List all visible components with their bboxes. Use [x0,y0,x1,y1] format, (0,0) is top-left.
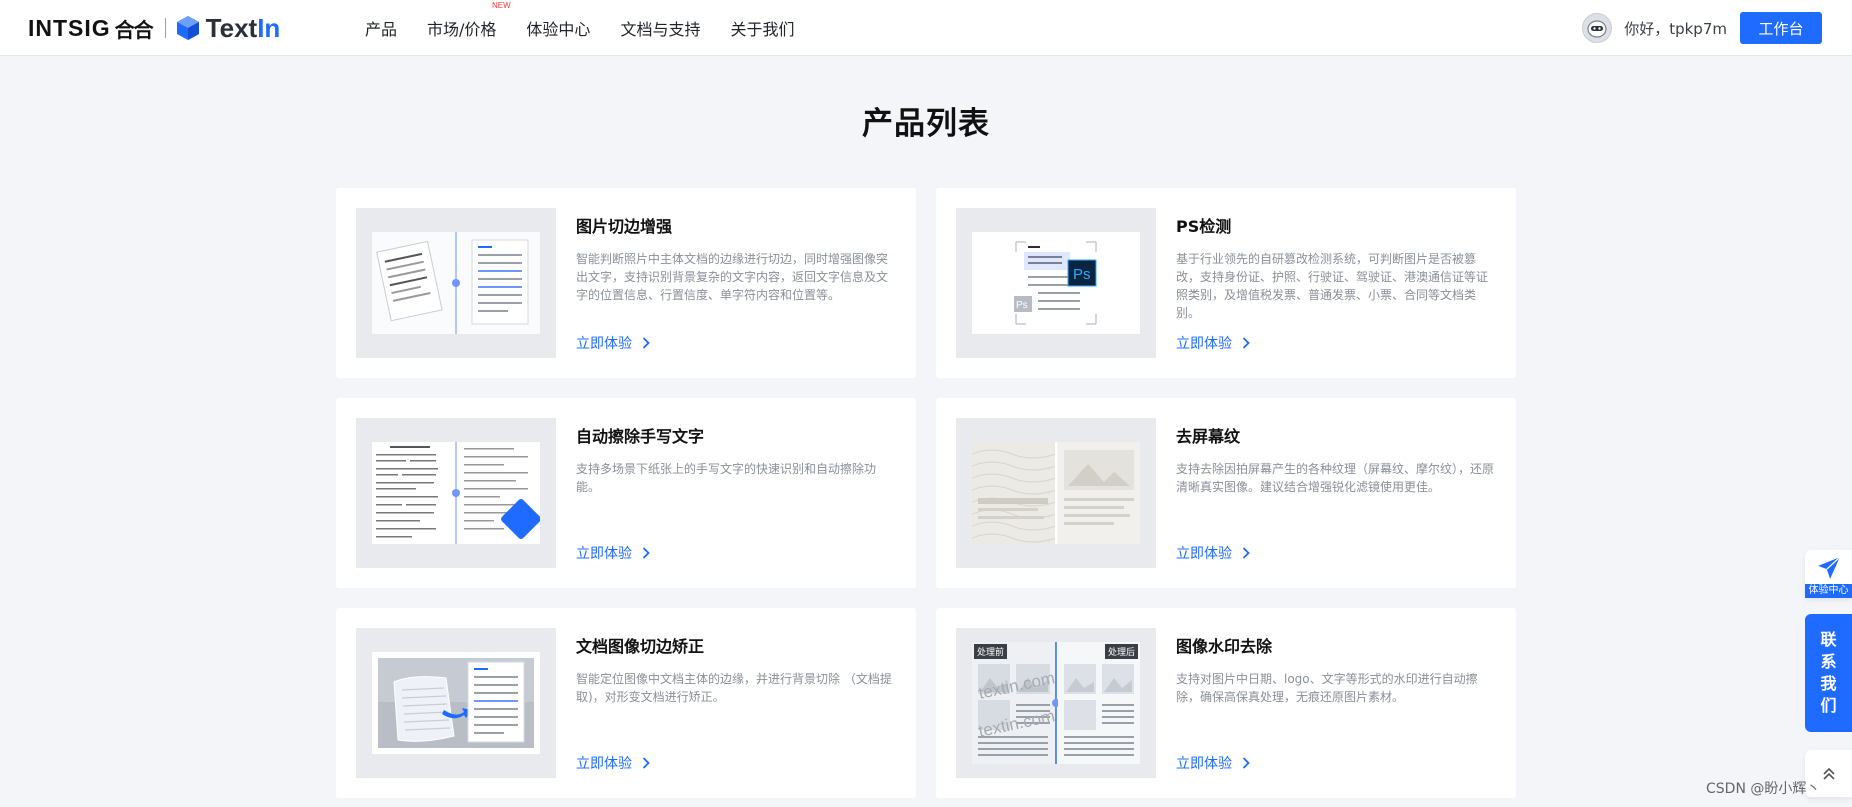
chevron-right-icon [642,337,650,349]
card-desc: 智能判断照片中主体文档的边缘进行切边，同时增强图像突出文字，支持识别背景复杂的文… [576,252,889,302]
user-area: 你好，tpkp7m 工作台 [1582,10,1822,46]
after-label: 处理后 [1104,644,1138,659]
card-title: PS检测 [1176,217,1232,236]
textin-wordmark: TextIn [206,13,281,44]
nav-label: 体验中心 [526,20,591,39]
nav-label: 产品 [365,20,398,39]
contact-char: 系 [1820,652,1837,671]
contact-us-button[interactable]: 联 系 我 们 [1805,614,1852,732]
nav-docs-support[interactable]: 文档与支持 [620,16,700,40]
try-now-link[interactable]: 立即体验 [576,333,650,353]
chevron-right-icon [1242,757,1250,769]
contact-char: 联 [1820,630,1837,649]
card-desc: 支持去除因拍屏幕产生的各种纹理（屏幕纹、摩尔纹），还原清晰真实图像。建议结合增强… [1176,462,1495,494]
handwriting-erase-illustration [356,418,556,568]
try-now-link[interactable]: 立即体验 [576,753,650,773]
hehe-wordmark: 合合 [114,17,154,42]
try-now-link[interactable]: 立即体验 [1176,543,1250,563]
card-title: 图片切边增强 [576,217,673,236]
user-greeting: 你好，tpkp7m [1624,19,1727,38]
csdn-watermark: CSDN @盼小辉丶 [1706,781,1821,797]
card-desc: 智能定位图像中文档主体的边缘，并进行背景切除 （文档提取)，对形变文档进行矫正。 [576,672,892,704]
brand-logo[interactable]: INTSIG 合合 TextIn [28,12,280,44]
chevron-right-icon [1242,547,1250,559]
try-now-link[interactable]: 立即体验 [576,543,650,563]
card-desc: 支持对图片中日期、logo、文字等形式的水印进行自动擦除，确保高保真处理，无痕还… [1176,672,1478,704]
chevron-right-icon [642,547,650,559]
try-now-link[interactable]: 立即体验 [1176,333,1250,353]
link-label: 立即体验 [1176,546,1232,562]
side-experience-center-button[interactable]: 体验中心 [1805,550,1852,598]
nav-label: 关于我们 [730,20,795,39]
link-label: 立即体验 [1176,336,1232,352]
before-label: 处理前 [974,644,1008,659]
double-chevron-up-icon [1822,767,1835,780]
product-card[interactable]: Ps Ps PS检测 基于行业领先的自研篡改检测系统，可判断图片是否被篡改，支持… [936,188,1516,378]
product-card[interactable]: 自动擦除手写文字 支持多场景下纸张上的手写文字的快速识别和自动擦除功能。 立即体… [336,398,916,588]
avatar[interactable] [1582,13,1613,43]
nav-label: 市场/价格 [427,20,497,39]
top-header: INTSIG 合合 TextIn 产品 市场/价格 NEW 体验中心 文档与支持 … [0,0,1852,56]
textin-cube-icon [176,16,199,40]
watermark-removal-illustration: 处理前 处理后 textin.com textin.com [956,628,1156,778]
card-title: 自动擦除手写文字 [576,427,705,446]
crop-enhance-illustration [356,208,556,358]
nav-products[interactable]: 产品 [365,16,397,40]
nav-about-us[interactable]: 关于我们 [730,16,794,40]
textin-in: In [257,12,281,43]
nav-experience-center[interactable]: 体验中心 [526,16,590,40]
product-card[interactable]: 去屏幕纹 支持去除因拍屏幕产生的各种纹理（屏幕纹、摩尔纹），还原清晰真实图像。建… [936,398,1516,588]
product-card[interactable]: 图片切边增强 智能判断照片中主体文档的边缘进行切边，同时增强图像突出文字，支持识… [336,188,916,378]
page-title: 产品列表 [862,106,990,142]
main-nav: 产品 市场/价格 NEW 体验中心 文档与支持 关于我们 [365,0,824,56]
card-title: 去屏幕纹 [1176,427,1241,446]
moire-removal-illustration [956,418,1156,568]
workspace-button[interactable]: 工作台 [1740,12,1822,44]
brand-divider [164,18,166,38]
nav-market-price[interactable]: 市场/价格 NEW [427,1,511,40]
link-label: 立即体验 [576,756,632,772]
card-title: 文档图像切边矫正 [576,637,705,656]
chevron-right-icon [642,757,650,769]
chevron-right-icon [1242,337,1250,349]
textin-text: Text [205,12,258,43]
product-card[interactable]: 文档图像切边矫正 智能定位图像中文档主体的边缘，并进行背景切除 （文档提取)，对… [336,608,916,798]
ps-detect-illustration: Ps Ps [956,208,1156,358]
svg-text:Ps: Ps [1016,300,1028,311]
nav-label: 文档与支持 [620,20,701,39]
contact-char: 们 [1820,696,1837,715]
card-desc: 基于行业领先的自研篡改检测系统，可判断图片是否被篡改，支持身份证、护照、行驶证、… [1176,252,1489,320]
link-label: 立即体验 [1176,756,1232,772]
dewarp-illustration [356,628,556,778]
svg-text:Ps: Ps [1073,266,1091,283]
try-now-link[interactable]: 立即体验 [1176,753,1250,773]
product-card[interactable]: 处理前 处理后 textin.com textin.com 图像水印去除 支持对… [936,608,1516,798]
card-title: 图像水印去除 [1176,637,1273,656]
robot-avatar-icon [1587,20,1607,38]
link-label: 立即体验 [576,546,632,562]
side-experience-label: 体验中心 [1805,584,1852,598]
paper-plane-icon [1818,556,1841,579]
new-badge: NEW [492,1,511,10]
card-desc: 支持多场景下纸张上的手写文字的快速识别和自动擦除功能。 [576,462,877,494]
link-label: 立即体验 [576,336,632,352]
contact-char: 我 [1820,674,1837,693]
intsig-wordmark: INTSIG [28,14,111,41]
